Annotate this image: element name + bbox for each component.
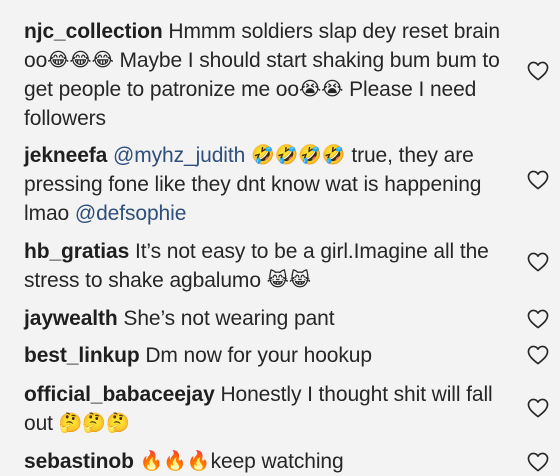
thinking-emoji: 🤔🤔🤔 [58,412,130,434]
crying-emoji: 😭😭 [298,78,344,100]
laughing-emoji: 😂😂😂 [47,49,114,71]
mention-link[interactable]: @myhz_judith [113,144,245,167]
heart-outline-icon[interactable] [527,452,549,472]
comment-username[interactable]: official_babaceejay [24,383,215,406]
rofl-emoji: 🤣🤣🤣🤣 [250,144,346,166]
heart-outline-icon[interactable] [527,61,549,81]
comment-username[interactable]: njc_collection [24,20,163,43]
comment-official-babaceejay: official_babaceejay Honestly I thought s… [24,380,510,438]
heart-outline-icon[interactable] [527,252,549,272]
comment-njc-collection: njc_collection Hmmm soldiers slap dey re… [24,17,510,133]
heart-outline-icon[interactable] [527,170,549,190]
comment-hb-gratias: hb_gratias It’s not easy to be a girl.Im… [24,237,510,295]
comment-username[interactable]: sebastinob [24,450,134,473]
comment-text: Dm now for your hookup [145,344,372,367]
comment-username[interactable]: hb_gratias [24,240,129,263]
comment-jaywealth: jaywealth She’s not wearing pant [24,304,510,333]
comment-username[interactable]: jaywealth [24,307,118,330]
heart-outline-icon[interactable] [527,345,549,365]
heart-outline-icon[interactable] [527,309,549,329]
comment-username[interactable]: jekneefa [24,144,107,167]
comment-best-linkup: best_linkup Dm now for your hookup [24,341,510,370]
comment-sebastinob: sebastinob 🔥🔥🔥keep watching [24,447,510,476]
cat-laughing-emoji: 😹😹 [266,269,312,291]
heart-outline-icon[interactable] [527,398,549,418]
comment-text: keep watching [210,450,344,473]
comment-jekneefa: jekneefa @myhz_judith 🤣🤣🤣🤣 true, they ar… [24,141,510,228]
comment-username[interactable]: best_linkup [24,344,140,367]
comment-text: She’s not wearing pant [123,307,335,330]
fire-emoji: 🔥🔥🔥 [139,450,211,472]
comment-list: njc_collection Hmmm soldiers slap dey re… [0,0,560,474]
mention-link[interactable]: @defsophie [75,202,187,225]
